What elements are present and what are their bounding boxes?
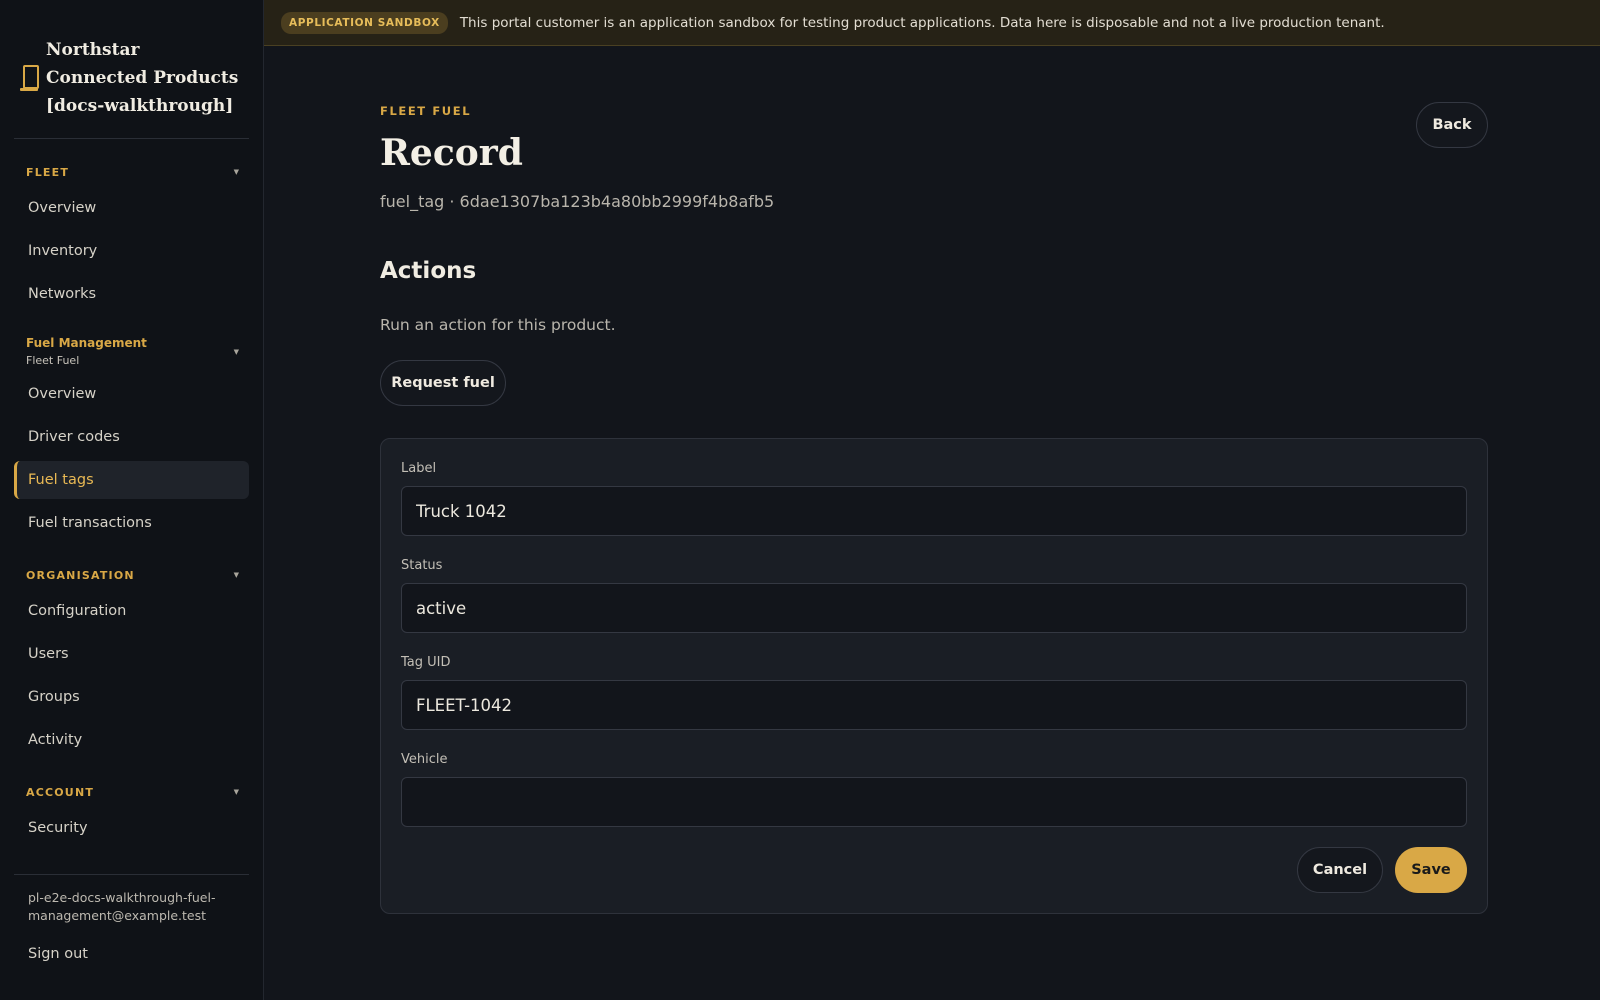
page-eyebrow: FLEET FUEL [380, 104, 472, 118]
brand[interactable]: Northstar Connected Products [docs-walkt… [14, 0, 249, 139]
status-field-label: Status [401, 558, 443, 573]
sidebar-item-configuration[interactable]: Configuration [14, 592, 249, 630]
sidebar-item-driver-codes[interactable]: Driver codes [14, 418, 249, 456]
tag-uid-input[interactable] [401, 680, 1467, 730]
cancel-button[interactable]: Cancel [1297, 847, 1383, 893]
sidebar-item-networks[interactable]: Networks [14, 275, 249, 313]
label-field-group: Label [401, 461, 1467, 536]
request-fuel-button[interactable]: Request fuel [380, 360, 506, 406]
brand-name: Northstar Connected Products [docs-walkt… [46, 40, 239, 116]
sidebar-item-fuel-tags[interactable]: Fuel tags [14, 461, 249, 499]
page-title: Record [380, 132, 523, 174]
lantern-icon [20, 65, 39, 91]
section-account-toggle[interactable]: ACCOUNT ▼ [14, 781, 249, 803]
label-field-label: Label [401, 461, 437, 476]
section-organisation-toggle[interactable]: ORGANISATION ▼ [14, 564, 249, 586]
caret-down-icon: ▼ [233, 348, 239, 356]
user-email: pl-e2e-docs-walkthrough-fuel-management@… [28, 890, 216, 923]
tag-uid-field-label: Tag UID [401, 655, 451, 670]
sidebar-item-activity[interactable]: Activity [14, 721, 249, 759]
actions-description: Run an action for this product. [380, 316, 616, 334]
sidebar: Northstar Connected Products [docs-walkt… [0, 0, 264, 1000]
back-button[interactable]: Back [1416, 102, 1488, 148]
section-fleet-label: FLEET [26, 165, 70, 179]
sidebar-item-inventory[interactable]: Inventory [14, 232, 249, 270]
vehicle-field-label: Vehicle [401, 752, 448, 767]
section-fuel-title: Fuel Management [26, 336, 147, 350]
caret-down-icon: ▼ [233, 571, 239, 579]
section-fuel-subtitle: Fleet Fuel [26, 354, 80, 367]
sidebar-footer: pl-e2e-docs-walkthrough-fuel-management@… [14, 874, 249, 978]
actions-heading: Actions [380, 258, 477, 284]
sidebar-item-fuel-overview[interactable]: Overview [14, 375, 249, 413]
vehicle-field-group: Vehicle [401, 752, 1467, 827]
section-fleet-toggle[interactable]: FLEET ▼ [14, 161, 249, 183]
section-organisation-label: ORGANISATION [26, 568, 135, 582]
main-content: APPLICATION SANDBOX This portal customer… [264, 0, 1600, 1000]
save-button[interactable]: Save [1395, 847, 1467, 893]
sandbox-banner-text: This portal customer is an application s… [459, 14, 1385, 31]
status-input[interactable] [401, 583, 1467, 633]
caret-down-icon: ▼ [233, 168, 239, 176]
section-account-label: ACCOUNT [26, 785, 95, 799]
vehicle-input[interactable] [401, 777, 1467, 827]
sidebar-item-fleet-overview[interactable]: Overview [14, 189, 249, 227]
record-form: Label Status Tag UID Vehicle Cancel [380, 438, 1488, 914]
sandbox-banner: APPLICATION SANDBOX This portal customer… [264, 0, 1600, 46]
status-field-group: Status [401, 558, 1467, 633]
sidebar-item-groups[interactable]: Groups [14, 678, 249, 716]
section-fuel-toggle[interactable]: Fuel Management Fleet Fuel ▼ [14, 335, 249, 369]
tag-uid-field-group: Tag UID [401, 655, 1467, 730]
sidebar-item-fuel-transactions[interactable]: Fuel transactions [14, 504, 249, 542]
sidebar-item-users[interactable]: Users [14, 635, 249, 673]
form-actions: Cancel Save [1297, 847, 1467, 893]
caret-down-icon: ▼ [233, 788, 239, 796]
label-input[interactable] [401, 486, 1467, 536]
sign-out-link[interactable]: Sign out [14, 935, 249, 973]
sandbox-badge: APPLICATION SANDBOX [281, 11, 448, 34]
record-identifier: fuel_tag · 6dae1307ba123b4a80bb2999f4b8a… [380, 192, 775, 211]
sidebar-item-security[interactable]: Security [14, 809, 249, 847]
